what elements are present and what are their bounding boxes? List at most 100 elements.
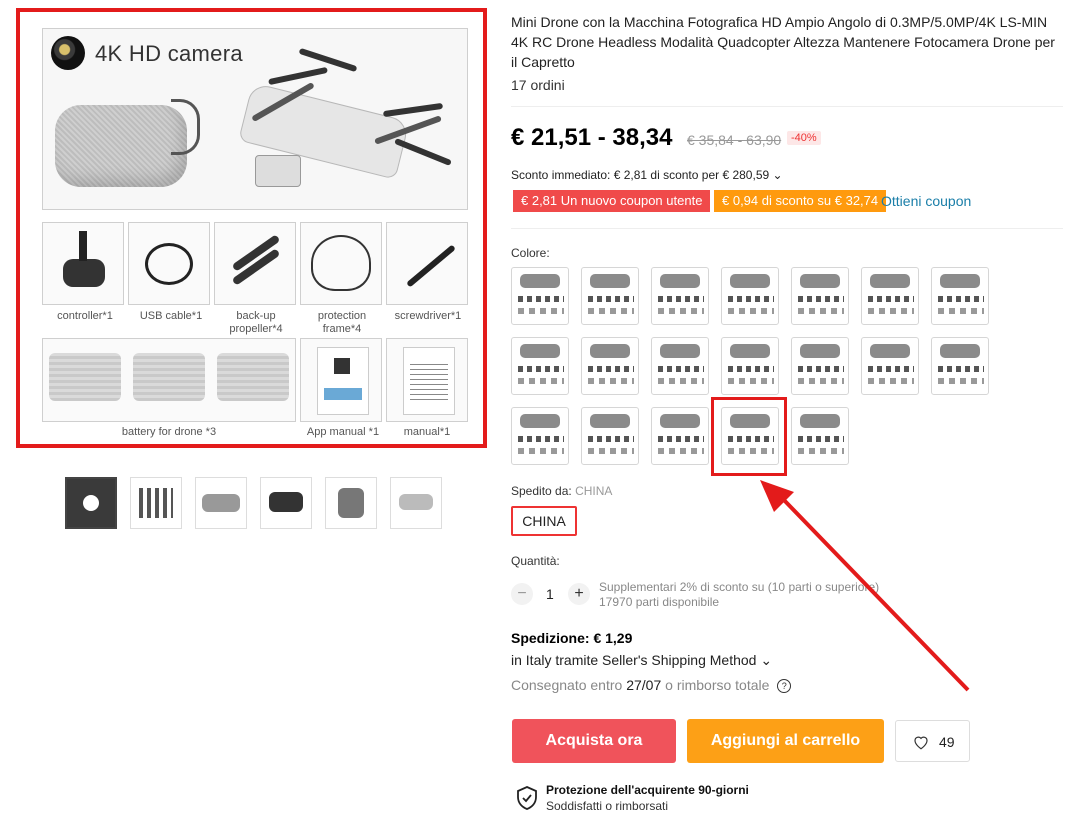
delivery-prefix: Consegnato entro bbox=[511, 677, 623, 693]
battery-image bbox=[217, 353, 289, 401]
buy-now-button[interactable]: Acquista ora bbox=[512, 719, 676, 763]
color-swatch[interactable] bbox=[581, 267, 639, 325]
battery-image bbox=[49, 353, 121, 401]
delivery-suffix: o rimborso totale bbox=[665, 677, 770, 693]
propeller-image bbox=[382, 102, 444, 118]
case-strap bbox=[171, 99, 200, 155]
color-swatch[interactable] bbox=[931, 267, 989, 325]
caption-frame-2: frame*4 bbox=[322, 323, 362, 335]
propeller-image bbox=[394, 137, 452, 167]
get-coupon-link[interactable]: Ottieni coupon bbox=[881, 193, 971, 209]
caption-usb: USB cable*1 bbox=[139, 310, 203, 322]
color-swatch[interactable] bbox=[861, 267, 919, 325]
color-swatch[interactable] bbox=[511, 267, 569, 325]
discount-badge: -40% bbox=[787, 131, 821, 145]
color-swatch[interactable] bbox=[721, 337, 779, 395]
coupon-new-user[interactable]: € 2,81 Un nuovo coupon utente bbox=[513, 190, 711, 212]
camera-drone-panel: 4K HD camera bbox=[42, 28, 468, 210]
caption-propeller-2: propeller*4 bbox=[229, 323, 283, 335]
manual-panel bbox=[386, 338, 468, 422]
thumbnail-package[interactable] bbox=[130, 477, 182, 529]
screwdriver-image bbox=[406, 244, 456, 288]
wishlist-count: 49 bbox=[939, 734, 955, 750]
protection-frame-image bbox=[311, 235, 371, 291]
app-manual-image bbox=[317, 347, 369, 415]
immediate-discount[interactable]: Sconto immediato: € 2,81 di sconto per €… bbox=[511, 168, 783, 182]
controller-image bbox=[63, 259, 105, 287]
coupon-spend[interactable]: € 0,94 di sconto su € 32,74 bbox=[714, 190, 887, 212]
usb-cable-image bbox=[145, 243, 193, 285]
color-swatch[interactable] bbox=[651, 267, 709, 325]
phone-holder bbox=[79, 231, 87, 261]
caption-battery: battery for drone *3 bbox=[121, 426, 217, 438]
color-swatch[interactable] bbox=[791, 267, 849, 325]
thumbnail-video[interactable] bbox=[65, 477, 117, 529]
caption-controller: controller*1 bbox=[57, 310, 113, 322]
propeller-image bbox=[298, 47, 358, 73]
drone-camera bbox=[255, 155, 301, 187]
add-to-cart-button[interactable]: Aggiungi al carrello bbox=[687, 719, 884, 763]
quantity-label: Quantità: bbox=[511, 554, 560, 568]
divider bbox=[511, 228, 1063, 229]
color-swatch[interactable] bbox=[861, 337, 919, 395]
color-swatch[interactable] bbox=[791, 337, 849, 395]
battery-panel bbox=[42, 338, 296, 422]
orders-count: 17 ordini bbox=[511, 77, 565, 93]
heart-icon bbox=[914, 736, 928, 750]
selected-swatch-highlight bbox=[711, 397, 787, 476]
old-price: € 35,84 - 63,90 bbox=[687, 132, 782, 148]
battery-image bbox=[133, 353, 205, 401]
divider bbox=[511, 106, 1063, 107]
ship-from-label: Spedito da: CHINA bbox=[511, 484, 612, 498]
propeller-panel bbox=[214, 222, 296, 305]
ship-from-text: Spedito da: bbox=[511, 484, 572, 498]
price: € 21,51 - 38,34 bbox=[511, 124, 673, 151]
country-china-button[interactable]: CHINA bbox=[511, 506, 577, 536]
quantity-plus-button[interactable]: + bbox=[568, 583, 590, 605]
camera-lens-icon bbox=[51, 36, 85, 70]
color-swatch[interactable] bbox=[511, 337, 569, 395]
color-swatch[interactable] bbox=[651, 407, 709, 465]
product-title: Mini Drone con la Macchina Fotografica H… bbox=[511, 14, 1055, 70]
thumbnail-drone-2[interactable] bbox=[260, 477, 312, 529]
color-swatch[interactable] bbox=[581, 407, 639, 465]
shield-check-icon bbox=[517, 786, 537, 810]
caption-screwdriver: screwdriver*1 bbox=[394, 310, 462, 322]
ship-from-value: CHINA bbox=[575, 484, 613, 498]
color-swatch[interactable] bbox=[791, 407, 849, 465]
app-manual-panel bbox=[300, 338, 382, 422]
frame-panel bbox=[300, 222, 382, 305]
help-icon[interactable]: ? bbox=[777, 679, 792, 694]
caption-app-manual: App manual *1 bbox=[306, 426, 380, 438]
buyer-protection-subtitle: Soddisfatti o rimborsati bbox=[546, 799, 669, 813]
caption-propeller-1: back-up bbox=[236, 310, 276, 322]
shipping-method[interactable]: in Italy tramite Seller's Shipping Metho… bbox=[511, 652, 772, 669]
main-product-image[interactable]: 4K HD camera controller*1 USB cable*1 ba… bbox=[16, 8, 487, 448]
color-swatch[interactable] bbox=[581, 337, 639, 395]
thumbnail-drone-3[interactable] bbox=[325, 477, 377, 529]
controller-panel bbox=[42, 222, 124, 305]
bulk-discount-note: Supplementari 2% di sconto su (10 parti … bbox=[599, 580, 880, 594]
buyer-protection-title: Protezione dell'acquirente 90-giorni bbox=[546, 783, 749, 797]
thumbnail-drone-4[interactable] bbox=[390, 477, 442, 529]
color-swatch[interactable] bbox=[721, 267, 779, 325]
caption-frame-1: protection bbox=[317, 310, 367, 322]
caption-manual: manual*1 bbox=[403, 426, 451, 438]
manual-image bbox=[403, 347, 455, 415]
wishlist-button[interactable]: 49 bbox=[895, 720, 970, 762]
delivery-info: Consegnato entro 27/07 o rimborso totale… bbox=[511, 677, 792, 694]
quantity-minus-button[interactable]: − bbox=[511, 583, 533, 605]
color-swatch[interactable] bbox=[931, 337, 989, 395]
color-label: Colore: bbox=[511, 246, 550, 260]
quantity-note: Supplementari 2% di sconto su (10 parti … bbox=[599, 580, 879, 610]
delivery-date: 27/07 bbox=[626, 677, 662, 693]
camera-label: 4K HD camera bbox=[95, 41, 243, 66]
usb-panel bbox=[128, 222, 210, 305]
screwdriver-panel bbox=[386, 222, 468, 305]
color-swatch[interactable] bbox=[651, 337, 709, 395]
stock-note: 17970 parti disponibile bbox=[599, 595, 720, 609]
color-swatch[interactable] bbox=[511, 407, 569, 465]
carry-case-image bbox=[55, 105, 187, 187]
quantity-value[interactable]: 1 bbox=[546, 586, 554, 602]
thumbnail-drone-1[interactable] bbox=[195, 477, 247, 529]
